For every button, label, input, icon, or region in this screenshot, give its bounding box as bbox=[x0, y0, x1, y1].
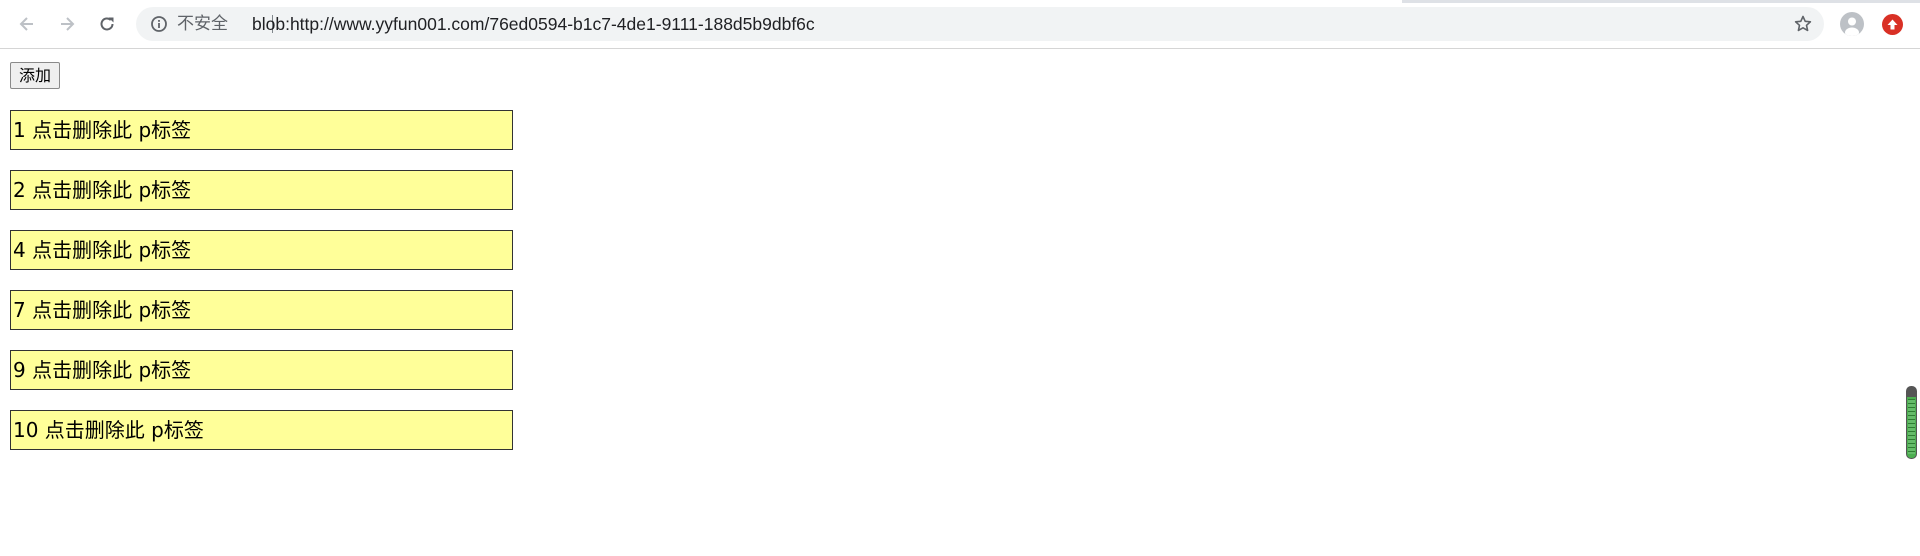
url-text[interactable]: blob:http://www.yyfun001.com/76ed0594-b1… bbox=[252, 7, 815, 41]
list-item[interactable]: 10 点击删除此 p标签 bbox=[10, 410, 513, 450]
list-item[interactable]: 7 点击删除此 p标签 bbox=[10, 290, 513, 330]
tab-strip-edge bbox=[1402, 0, 1920, 3]
back-arrow-icon bbox=[19, 17, 33, 31]
forward-arrow-icon bbox=[61, 17, 75, 31]
list-item[interactable]: 9 点击删除此 p标签 bbox=[10, 350, 513, 390]
reload-button[interactable] bbox=[91, 8, 123, 40]
info-icon[interactable] bbox=[150, 15, 168, 33]
forward-button[interactable] bbox=[51, 8, 83, 40]
back-button[interactable] bbox=[11, 8, 43, 40]
list-item[interactable]: 2 点击删除此 p标签 bbox=[10, 170, 513, 210]
list-item[interactable]: 4 点击删除此 p标签 bbox=[10, 230, 513, 270]
update-arrow-icon bbox=[1887, 19, 1898, 30]
bookmark-button[interactable] bbox=[1791, 12, 1815, 36]
paragraph-list: 1 点击删除此 p标签 2 点击删除此 p标签 4 点击删除此 p标签 7 点击… bbox=[10, 110, 513, 470]
security-status-label[interactable]: 不安全 bbox=[177, 7, 228, 41]
update-button[interactable] bbox=[1882, 14, 1903, 35]
add-button[interactable]: 添加 bbox=[10, 62, 61, 89]
star-icon bbox=[1794, 15, 1812, 32]
browser-toolbar: 不安全 blob:http://www.yyfun001.com/76ed059… bbox=[0, 0, 1920, 49]
list-item[interactable]: 1 点击删除此 p标签 bbox=[10, 110, 513, 150]
side-scroll-widget[interactable] bbox=[1906, 386, 1917, 459]
profile-avatar-icon[interactable] bbox=[1840, 12, 1864, 36]
address-bar[interactable]: 不安全 blob:http://www.yyfun001.com/76ed059… bbox=[136, 7, 1824, 41]
reload-icon bbox=[100, 17, 114, 31]
